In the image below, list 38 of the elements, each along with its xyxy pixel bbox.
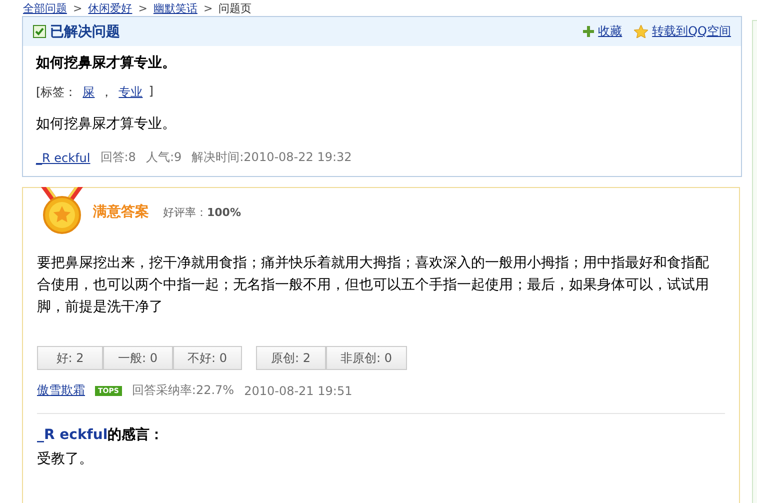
tag-link[interactable]: 专业 (118, 84, 143, 101)
solved-time: 解决时间:2010-08-22 19:32 (192, 149, 352, 166)
breadcrumb-current: 问题页 (218, 0, 252, 16)
action-link[interactable]: 收藏 (598, 23, 622, 40)
breadcrumb-separator: > (203, 2, 213, 14)
popularity: 人气:9 (146, 149, 182, 166)
answer-text: 要把鼻屎挖出来，挖干净就用食指；痛并快乐着就用大拇指；喜欢深入的一般用小拇指；用中指最好和食指配合使用，也可以两个中指一起；无名指一般不用，但也可以五个手指一起使用；最后，如果身体可以，试试用脚，前提是洗干净了 (37, 254, 710, 317)
breadcrumb-link[interactable]: 休闲爱好 (88, 0, 132, 16)
answer-count: 回答:8 (100, 149, 136, 166)
plus-icon (583, 26, 594, 37)
comment-text: 受教了。 (37, 450, 94, 468)
vote-button[interactable]: 好: 2 (37, 346, 103, 370)
rating-text: 好评率：100% (163, 204, 241, 220)
vote-button[interactable]: 非原创: 0 (326, 346, 407, 370)
comment-title: _R eckful的感言： (37, 426, 165, 444)
tags-label: [标签： (36, 84, 77, 101)
status-title: 已解决问题 (50, 22, 120, 40)
bracket: ] (148, 84, 154, 100)
question-text: 如何挖鼻屎才算专业。 (36, 115, 177, 133)
breadcrumb-separator: > (138, 2, 148, 14)
breadcrumb-separator: > (73, 2, 82, 14)
star-icon (634, 25, 648, 38)
checkbox-icon (33, 25, 46, 38)
question-title: 如何挖鼻屎才算专业。 (36, 54, 177, 72)
adoption-rate: 回答采纳率:22.7% (132, 382, 234, 399)
tag-separator: ， (100, 84, 113, 101)
author-link[interactable]: _R eckful (37, 427, 108, 443)
answer-time: 2010-08-21 19:51 (244, 384, 352, 398)
vote-button[interactable]: 不好: 0 (172, 346, 242, 370)
vote-button[interactable]: 一般: 0 (103, 346, 172, 370)
author-link[interactable]: _R eckful (36, 150, 90, 164)
breadcrumb-link[interactable]: 幽默笑话 (153, 0, 198, 16)
author-link[interactable]: 傲雪欺霜 (37, 382, 85, 399)
tag-link[interactable]: 屎 (82, 84, 95, 101)
vote-button[interactable]: 原创: 2 (256, 346, 326, 370)
breadcrumb-link[interactable]: 全部问题 (23, 0, 67, 16)
answer-heading: 满意答案 (93, 203, 149, 221)
action-link[interactable]: 转载到QQ空间 (652, 23, 731, 40)
